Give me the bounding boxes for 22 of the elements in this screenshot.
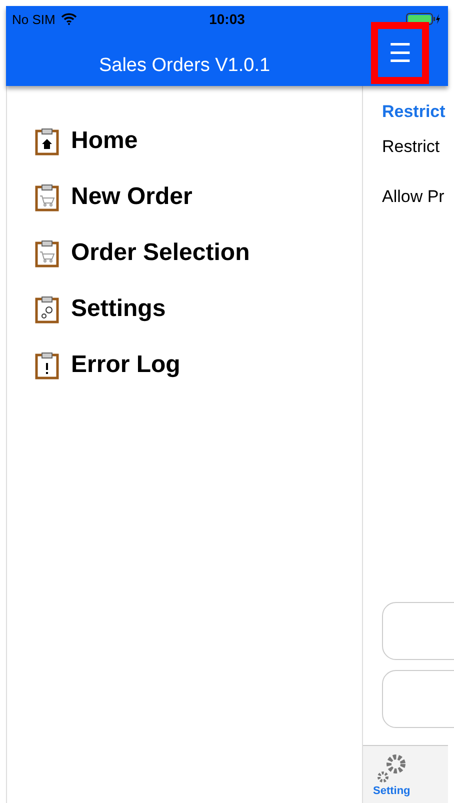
menu-item[interactable]: Order Selection <box>71 238 250 266</box>
clipboard-cart-icon <box>35 182 59 212</box>
tab-item[interactable]: Setting <box>363 746 410 803</box>
wifi-icon <box>61 13 78 25</box>
menu-item[interactable]: Settings <box>71 294 166 322</box>
app-title: Sales Orders V1.0.1 <box>98 54 272 77</box>
clipboard-gear-icon <box>35 294 59 324</box>
carrier-label: No SIM <box>12 12 56 26</box>
rounded-button[interactable] <box>382 602 454 660</box>
rounded-button[interactable] <box>382 670 454 728</box>
menu-item[interactable]: New Order <box>71 182 192 210</box>
clipboard-cart-icon <box>35 238 59 268</box>
clipboard-alert-icon <box>35 350 59 380</box>
status-time: 10:03 <box>209 11 245 27</box>
menu-item[interactable]: Error Log <box>71 350 180 378</box>
clipboard-home-icon <box>35 126 59 156</box>
setting-label: Restrict <box>382 137 441 157</box>
menu-button[interactable]: ☰ <box>371 22 429 84</box>
setting-label: Allow Pr <box>382 187 446 207</box>
battery-icon <box>406 13 442 25</box>
section-header: Restrict <box>382 102 446 122</box>
menu-item[interactable]: Home <box>71 126 138 154</box>
